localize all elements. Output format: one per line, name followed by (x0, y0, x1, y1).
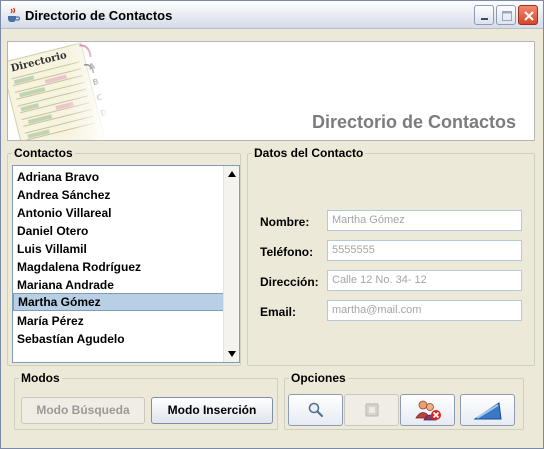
list-item-selected[interactable]: Martha Gómez (13, 293, 225, 311)
address-label: Dirección: (260, 275, 319, 289)
phone-label: Teléfono: (260, 245, 314, 259)
search-icon (308, 402, 323, 418)
delete-contact-icon (414, 400, 441, 421)
contacts-legend: Contactos (12, 146, 75, 160)
list-scrollbar[interactable] (223, 166, 239, 362)
address-book-icon: Directorio AB CD (8, 42, 108, 140)
close-button[interactable] (518, 5, 538, 25)
scroll-up-button[interactable] (224, 166, 239, 182)
options-group: Opciones (284, 371, 524, 430)
list-item[interactable]: Adriana Bravo (13, 168, 225, 186)
name-label: Nombre: (260, 215, 310, 229)
contact-details-group: Datos del Contacto Nombre: Martha Gómez … (247, 146, 535, 366)
maximize-button[interactable] (496, 5, 516, 25)
modes-group: Modos Modo Búsqueda Modo Inserción (14, 371, 278, 430)
list-item[interactable]: Antonio Villareal (13, 204, 225, 222)
minimize-icon (481, 18, 488, 20)
window-title: Directorio de Contactos (25, 8, 173, 23)
modes-legend: Modos (19, 371, 62, 385)
minimize-button[interactable] (474, 5, 494, 25)
delete-contact-button[interactable] (400, 394, 455, 426)
close-icon (524, 11, 534, 21)
list-item[interactable]: Andrea Sánchez (13, 186, 225, 204)
arrow-down-icon (228, 351, 236, 357)
banner-title: Directorio de Contactos (311, 112, 516, 132)
list-item[interactable]: Sebastían Agudelo (13, 330, 225, 348)
exit-button[interactable] (460, 394, 515, 426)
list-item[interactable]: María Pérez (13, 312, 225, 330)
search-mode-button[interactable]: Modo Búsqueda (21, 397, 145, 424)
save-button[interactable] (344, 394, 399, 426)
maximize-icon (502, 11, 512, 21)
name-field[interactable]: Martha Gómez (327, 210, 522, 231)
email-label: Email: (260, 305, 297, 319)
header-banner: Directorio AB CD Directorio de Contactos (7, 41, 535, 141)
content-pane: Directorio AB CD Directorio de Contactos… (2, 30, 542, 448)
email-field[interactable]: martha@mail.com (327, 300, 522, 321)
title-bar[interactable]: Directorio de Contactos (1, 1, 543, 29)
app-window: Directorio de Contactos Directorio Direc… (0, 0, 544, 449)
list-item[interactable]: Luis Villamil (13, 240, 225, 258)
insert-mode-button[interactable]: Modo Inserción (151, 397, 273, 424)
contacts-group: Contactos Adriana Bravo Andrea Sánchez A… (7, 146, 241, 366)
exit-icon (472, 402, 502, 420)
address-field[interactable]: Calle 12 No. 34- 12 (327, 270, 522, 291)
save-icon (365, 403, 378, 417)
arrow-up-icon (228, 171, 236, 177)
list-item[interactable]: Daniel Otero (13, 222, 225, 240)
scroll-down-button[interactable] (224, 346, 239, 362)
search-button[interactable] (288, 394, 343, 426)
phone-field[interactable]: 5555555 (327, 240, 522, 261)
list-item[interactable]: Mariana Andrade (13, 276, 225, 294)
list-item[interactable]: Magdalena Rodríguez (13, 258, 225, 276)
contacts-list[interactable]: Adriana Bravo Andrea Sánchez Antonio Vil… (12, 165, 240, 363)
details-legend: Datos del Contacto (252, 146, 366, 160)
java-cup-icon[interactable] (5, 7, 21, 23)
options-legend: Opciones (289, 371, 348, 385)
